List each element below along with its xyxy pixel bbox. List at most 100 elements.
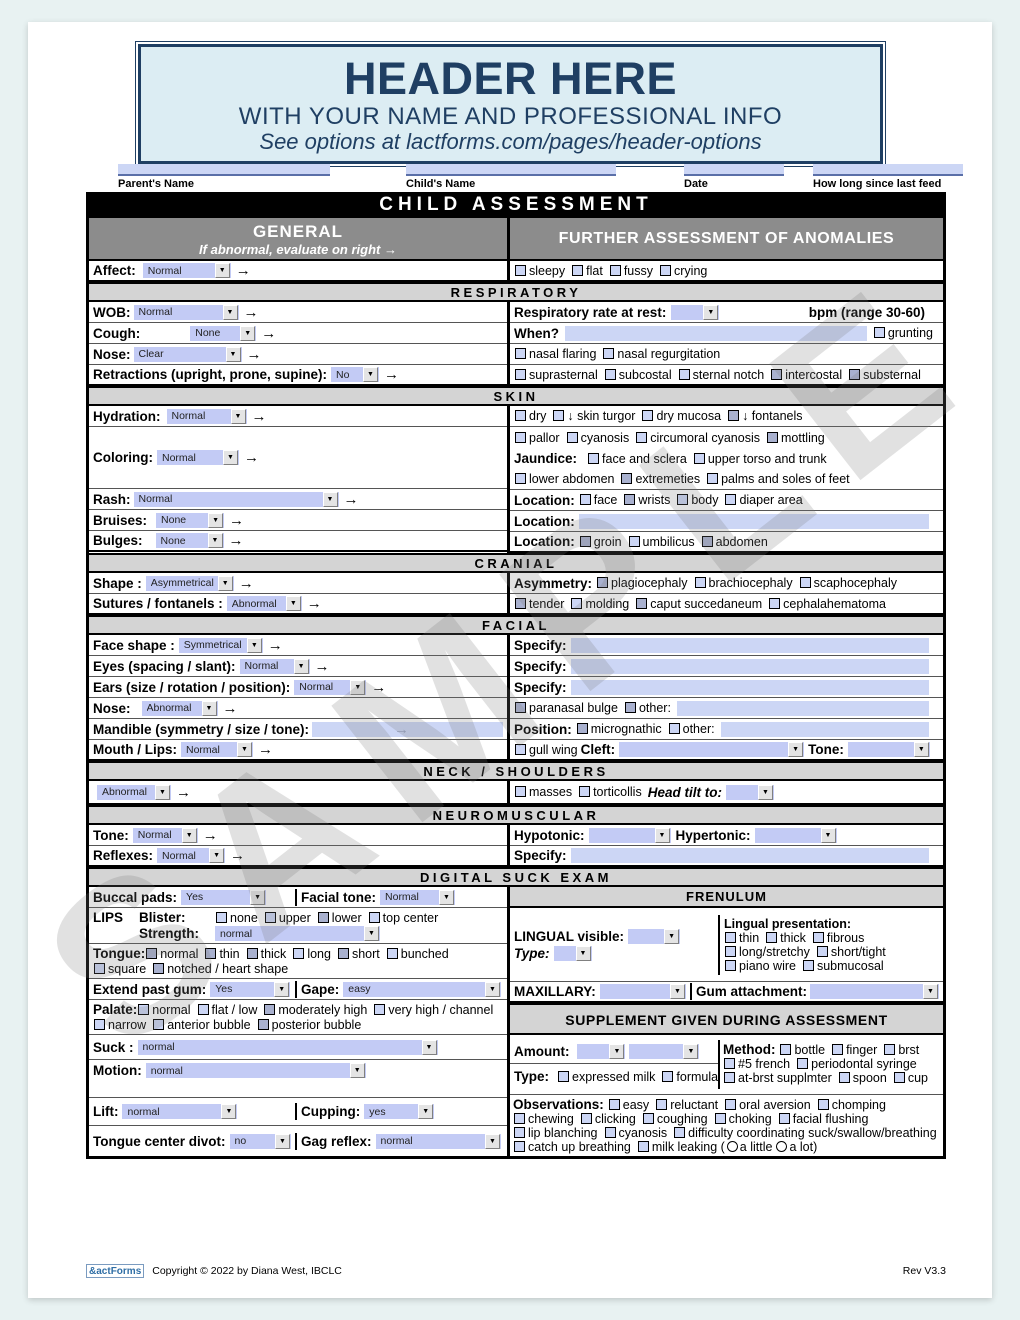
sutures-select[interactable]: Abnormal ▼ [226,596,302,611]
cupping-select[interactable]: yes ▼ [364,1104,435,1119]
amount-unit-select[interactable]: ▼ [629,1044,700,1059]
checkbox-icon[interactable] [893,1072,905,1083]
chevron-down-icon[interactable]: ▼ [364,926,379,941]
checkbox-flat[interactable]: flat [571,264,603,278]
checkbox-gull-wing[interactable]: gull wing [514,743,578,757]
checkbox-blister-lower[interactable]: lower [317,911,362,925]
checkbox-icon[interactable] [797,1058,809,1069]
checkbox-5-french[interactable]: #5 french [723,1057,790,1071]
coloring-select[interactable]: Normal ▼ [157,450,239,465]
checkbox-chewing[interactable]: chewing [513,1112,574,1126]
position-other-input[interactable] [720,721,929,737]
checkbox-icon[interactable] [368,911,380,923]
checkbox-icon[interactable] [628,535,640,547]
checkbox-icon[interactable] [515,702,526,713]
nose-facial-select[interactable]: Abnormal ▼ [141,700,218,716]
chevron-down-icon[interactable]: ▼ [418,1104,434,1119]
checkbox-suprasternal[interactable]: suprasternal [514,368,598,382]
divot-select[interactable]: no ▼ [229,1133,291,1149]
checkbox-icon[interactable] [153,1019,165,1030]
checkbox-icon[interactable] [515,431,526,443]
checkbox-micrognathic[interactable]: micrognathic [576,722,662,736]
checkbox-icon[interactable] [724,1058,735,1069]
checkbox-icon[interactable] [778,1113,790,1124]
checkbox-groin[interactable]: groin [579,535,622,549]
chevron-down-icon[interactable]: ▼ [350,679,366,695]
radio-icon[interactable] [726,1141,738,1152]
checkbox-brst[interactable]: brst [883,1043,919,1057]
checkbox-coughing[interactable]: coughing [642,1112,708,1126]
checkbox-nose-other[interactable]: other: [624,701,671,715]
checkbox-formula[interactable]: formula [661,1070,718,1084]
checkbox-icon[interactable] [656,1098,668,1110]
checkbox-icon[interactable] [515,473,526,484]
checkbox-lower-abdomen[interactable]: lower abdomen [514,472,614,486]
chevron-down-icon[interactable]: ▼ [155,784,170,800]
chevron-down-icon[interactable]: ▼ [275,1133,290,1149]
checkbox-fontanels[interactable]: ↓ fontanels [727,409,803,423]
checkbox-chomping[interactable]: chomping [817,1098,886,1112]
checkbox-torticollis[interactable]: torticollis [578,785,642,799]
checkbox-icon[interactable] [694,577,706,588]
chevron-down-icon[interactable]: ▼ [221,1104,237,1119]
chevron-down-icon[interactable]: ▼ [485,981,500,997]
rash-select[interactable]: Normal ▼ [133,491,339,507]
checkbox-difficulty-coordinating[interactable]: difficulty coordinating suck/swallow/bre… [673,1126,937,1140]
checkbox-icon[interactable] [725,931,736,943]
checkbox-palate-flat-low[interactable]: flat / low [197,1003,257,1017]
chevron-down-icon[interactable]: ▼ [322,491,338,507]
checkbox-easy[interactable]: easy [608,1098,649,1112]
neuro-tone-select[interactable]: Normal ▼ [132,827,198,843]
chevron-down-icon[interactable]: ▼ [246,637,262,653]
checkbox-spoon[interactable]: spoon [838,1071,887,1085]
checkbox-periodontal-syringe[interactable]: periodontal syringe [796,1057,917,1071]
head-tilt-select[interactable]: ▼ [725,784,774,800]
checkbox-abdomen[interactable]: abdomen [701,535,768,549]
maxillary-select[interactable]: ▼ [599,984,686,999]
checkbox-icon[interactable] [515,597,526,609]
child-name-field[interactable]: Child's Name [406,164,616,190]
checkbox-intercostal[interactable]: intercostal [770,368,842,382]
checkbox-at-brst-supplmter[interactable]: at-brst supplmter [723,1071,832,1085]
checkbox-icon[interactable] [701,535,713,547]
checkbox-palate-normal[interactable]: normal [137,1003,191,1017]
checkbox-icon[interactable] [624,494,636,505]
checkbox-icon[interactable] [725,945,736,957]
checkbox-brachiocephaly[interactable]: brachiocephaly [694,576,793,590]
checkbox-icon[interactable] [197,1003,209,1015]
chevron-down-icon[interactable]: ▼ [225,346,241,362]
checkbox-icon[interactable] [660,264,672,276]
checkbox-grunting[interactable]: grunting [873,326,933,340]
checkbox-cyanosis[interactable]: cyanosis [566,431,629,445]
checkbox-extremeties[interactable]: extremeties [620,472,700,486]
chevron-down-icon[interactable]: ▼ [923,984,938,999]
checkbox-icon[interactable] [246,947,258,959]
checkbox-loc-body[interactable]: body [676,493,718,507]
gum-attachment-select[interactable]: ▼ [810,984,939,999]
checkbox-icon[interactable] [604,368,616,380]
checkbox-icon[interactable] [386,947,398,959]
checkbox-masses[interactable]: masses [514,785,572,799]
chevron-down-icon[interactable]: ▼ [293,658,309,674]
checkbox-icon[interactable] [678,368,690,380]
checkbox-icon[interactable] [636,431,648,443]
checkbox-icon[interactable] [677,494,689,505]
lingual-type-select[interactable]: ▼ [553,945,592,961]
checkbox-icon[interactable] [264,1003,276,1015]
checkbox-position-other[interactable]: other: [668,722,715,736]
checkbox-icon[interactable] [624,702,636,713]
resp-rate-select[interactable]: ▼ [671,304,720,320]
suck-select[interactable]: normal ▼ [137,1039,438,1055]
checkbox-fussy[interactable]: fussy [609,264,653,278]
nose-resp-select[interactable]: Clear ▼ [133,346,242,362]
checkbox-blister-none[interactable]: none [215,911,258,925]
lift-select[interactable]: normal ▼ [122,1104,238,1119]
chevron-down-icon[interactable]: ▼ [421,1039,437,1055]
radio-a-lot[interactable]: a lot) [776,1140,817,1154]
chevron-down-icon[interactable]: ▼ [664,928,680,944]
chevron-down-icon[interactable]: ▼ [913,742,929,757]
lingual-visible-select[interactable]: ▼ [628,928,681,944]
checkbox-catch-up-breathing[interactable]: catch up breathing [513,1140,631,1154]
checkbox-icon[interactable] [579,494,591,505]
checkbox-icon[interactable] [609,264,621,276]
